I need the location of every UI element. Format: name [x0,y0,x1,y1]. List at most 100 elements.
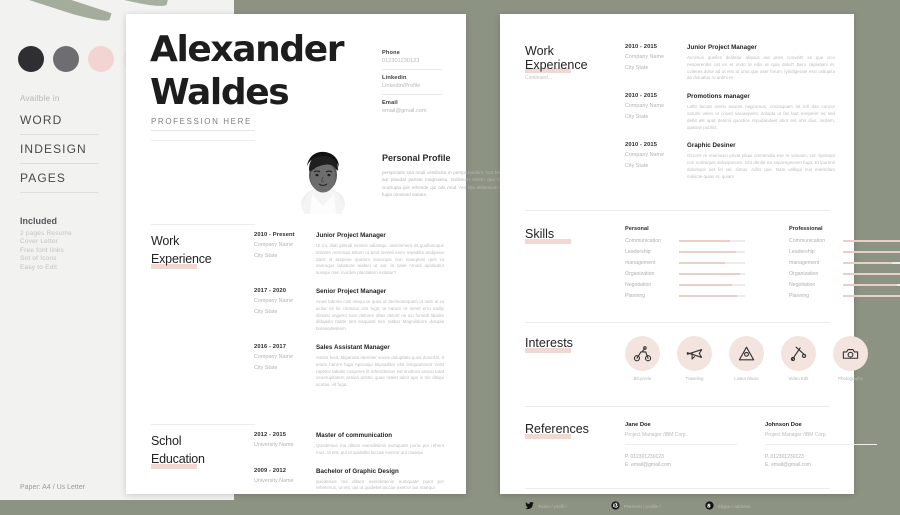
entry-body: Master of communication Quodenius ma diti… [316,432,444,457]
skills-title: Skills [525,227,555,241]
divider-social [525,488,830,489]
skills-column-professional: Professional Communication Leadership manag… [789,226,900,304]
skill-bar-fill [843,284,898,286]
skill-name: Organization [625,271,655,277]
work-title-line1: Work [151,234,180,248]
work2-entries: 2010 - 2015 Company Name City State Junior … [625,44,835,192]
leaf-4 [185,0,234,3]
skill-bar-fill [843,273,900,275]
first-name: Alexander [147,29,348,70]
skill-bar-track [843,262,900,264]
education-title-line1: Schol [151,434,182,448]
entry-company: Company Name [254,353,293,360]
photography-icon [833,336,868,371]
entry-title: Bachelor of Graphic Design [316,467,399,475]
divider-education [151,424,255,425]
interest-item: Photography [833,336,868,381]
entry-date-block: 2010 - 2015 Company Name City State [625,93,687,131]
experience-entry: 2016 - 2017 Company Name City State Sales A… [254,344,444,389]
format-item-indesign: INDESIGN [20,135,98,164]
reference-divider [765,444,877,445]
skill-bar-fill [679,262,726,264]
divider-skills [525,210,830,211]
airplane-icon [677,336,712,371]
contact-value-phone: 012301230123 [382,58,420,64]
experience-entry: 2012 - 2015 University Name Master of comm… [254,432,444,457]
profession-label: PROFESSION HERE [151,117,252,126]
interest-item: Video Edit [781,336,816,381]
skill-row: Organization [789,271,900,277]
reference-phone: P. 012301230123 [625,454,664,460]
contact-divider [382,69,442,70]
divider-work [151,224,255,225]
reference-name: Johnson Doe [765,422,802,428]
entry-date-block: 2010 - 2015 Company Name City State [625,142,687,180]
references-section-heading: References [525,420,589,439]
skills-section-heading: Skills [525,225,571,244]
reference-email: E. email@gmail.com [625,462,671,468]
entry-title: Junior Project Manager [687,44,757,51]
skill-row: Negotiation [625,282,745,288]
entry-company: Company Name [625,103,664,110]
skill-bar-track [679,273,745,275]
entry-school: University Name [254,477,294,484]
skill-name: Negotiation [625,282,652,288]
interest-label: Bicycerle [633,376,652,381]
interest-item: Listen Music [729,336,764,381]
contact-value-email: email@gmail.com [382,108,427,114]
entry-body: Senior Project Manager Aruet laboria cosi… [316,288,444,333]
entry-title: Master of communication [316,432,393,439]
entry-years: 2012 - 2015 [254,432,287,438]
skill-name: Communication [625,238,662,244]
experience-entry: 2010 - 2015 Company Name City State Graphic… [625,142,835,180]
skill-bar-fill [679,240,731,242]
profession-rule [151,130,255,131]
available-in-label: Availble in [20,94,60,103]
work2-title-line2: Experience [525,58,588,72]
skill-name: Planning [789,293,810,299]
reference-divider [625,444,737,445]
entry-body: Promotions manager Laftit facuat orerlo e… [687,93,835,131]
skills-columns: Personal Communication Leadership managemen… [625,226,900,304]
skill-row: Leadership [789,249,900,255]
entry-city: City State [254,253,278,259]
entry-description: Laftit facuat orerlo eaunet nagcomus, co… [687,104,835,130]
reference-phone: P. 012301230123 [765,454,804,460]
entry-date-block: 2010 - 2015 Company Name City State [625,44,687,82]
skill-bar-track [679,251,745,253]
included-item: Set of Icons [20,255,57,263]
entry-company: Company Name [625,54,664,60]
interest-label: Photography [838,376,863,381]
entry-date-block: 2016 - 2017 Company Name City State [254,344,316,389]
skill-row: Negotiation [789,282,900,288]
experience-entry: 2010 - 2015 Company Name City State Promoti… [625,93,835,131]
entry-description: quodenius ma ditium exendeteinis eumquat… [316,478,444,491]
skills-column-heading: Professional [789,226,823,232]
entry-years: 2016 - 2017 [254,343,287,350]
contact-value-linkedin: Linkedin/Profile [382,83,421,89]
last-name: Waldes [147,72,293,113]
experience-entry: 2010 - Present Company Name City State Juni… [254,232,444,277]
divider-references [525,406,830,407]
skill-bar-fill [679,295,738,297]
skill-bar-track [679,240,745,242]
personal-profile-heading: Personal Profile [382,153,451,163]
entry-body: Junior Project Manager Accimus quelles de… [687,44,835,82]
entry-company: Company Name [625,152,664,159]
entry-title: Promotions manager [687,93,750,101]
entry-years: 2010 - Present [254,232,295,238]
skill-bar-fill [843,295,900,297]
interest-label: Listen Music [734,376,759,381]
entry-body: Graphic Desiner Occore re reiuniusci priv… [687,142,835,180]
reference-role: Project Manager /IBM Corp. [765,432,827,438]
skill-name: management [789,260,820,266]
name-heading: Alexander Waldes [147,29,348,118]
work2-title-line1: Work [525,44,554,58]
included-item: Free font links [20,246,64,254]
format-item-pages: PAGES [20,164,98,193]
work-entries: 2010 - Present Company Name City State Juni… [254,232,444,400]
entry-description: Aruet laboria cosi ntequi te quas ut der… [316,298,444,332]
skill-row: Communication [625,238,745,244]
skill-row: Organization [625,271,745,277]
work-section-heading: Work Experience [151,232,241,269]
